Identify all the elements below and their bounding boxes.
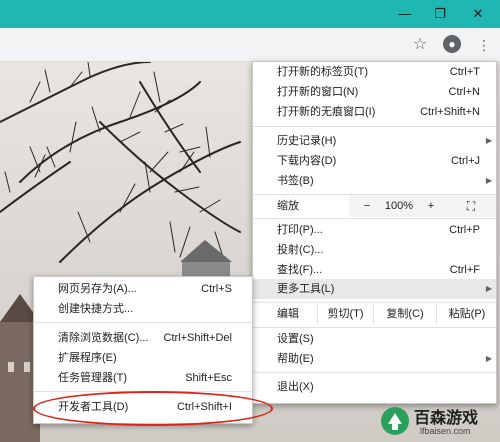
chevron-right-icon: ▶	[485, 354, 492, 363]
menu-item-shortcut: Ctrl+J	[450, 155, 480, 167]
menu-item-shortcut: Ctrl+F	[449, 264, 480, 276]
menu-item-label: 帮助(E)	[277, 353, 314, 365]
menu-item-exit[interactable]: 退出(X)	[253, 377, 496, 397]
close-icon[interactable]: ✕	[466, 4, 490, 24]
menu-item-bookmarks[interactable]: 书签(B) ▶	[253, 171, 496, 191]
zoom-out-button[interactable]: −	[357, 195, 377, 217]
menu-item-new-incognito-window[interactable]: 打开新的无痕窗口(I) Ctrl+Shift+N	[253, 102, 496, 122]
window-titlebar: — ❐ ✕	[0, 0, 500, 28]
chevron-right-icon: ▶	[485, 176, 492, 185]
avatar: ●	[443, 35, 461, 53]
edit-label: 编辑	[277, 308, 299, 320]
watermark-title: 百森游戏	[414, 410, 479, 427]
menu-item-cast[interactable]: 投射(C)...	[253, 240, 496, 260]
menu-item-label: 书签(B)	[277, 175, 314, 187]
chrome-main-menu: 打开新的标签页(T) Ctrl+T 打开新的窗口(N) Ctrl+N 打开新的无…	[252, 61, 497, 404]
menu-item-print[interactable]: 打印(P)... Ctrl+P	[253, 220, 496, 240]
paste-button[interactable]: 粘贴(P)	[436, 304, 497, 324]
menu-item-label: 退出(X)	[277, 381, 314, 393]
menu-item-label: 创建快捷方式...	[58, 303, 134, 315]
menu-item-label: 网页另存为(A)...	[58, 283, 137, 295]
menu-item-history[interactable]: 历史记录(H) ▶	[253, 131, 496, 151]
zoom-in-button[interactable]: +	[421, 195, 441, 217]
menu-separator	[253, 372, 496, 373]
zoom-level: 100%	[384, 200, 414, 212]
menu-item-more-tools[interactable]: 更多工具(L) ▶	[253, 279, 496, 299]
menu-item-label: 打开新的窗口(N)	[277, 86, 359, 98]
menu-item-label: 打开新的无痕窗口(I)	[277, 106, 376, 118]
menu-item-label: 任务管理器(T)	[58, 372, 128, 384]
menu-item-new-tab[interactable]: 打开新的标签页(T) Ctrl+T	[253, 62, 496, 82]
menu-separator	[34, 322, 252, 323]
submenu-item-save-page[interactable]: 网页另存为(A)... Ctrl+S	[34, 279, 252, 299]
cut-button[interactable]: 剪切(T)	[317, 304, 373, 324]
menu-edit-row: 编辑 剪切(T) 复制(C) 粘贴(P)	[253, 304, 496, 324]
menu-item-shortcut: Shift+Esc	[185, 372, 232, 384]
menu-item-settings[interactable]: 设置(S)	[253, 329, 496, 349]
menu-item-shortcut: Ctrl+S	[201, 283, 232, 295]
menu-item-shortcut: Ctrl+P	[449, 224, 480, 236]
zoom-label: 缩放	[277, 200, 299, 212]
submenu-item-create-shortcut[interactable]: 创建快捷方式...	[34, 299, 252, 319]
menu-item-new-window[interactable]: 打开新的窗口(N) Ctrl+N	[253, 82, 496, 102]
menu-item-label: 清除浏览数据(C)...	[58, 332, 149, 344]
menu-item-help[interactable]: 帮助(E) ▶	[253, 349, 496, 369]
menu-item-downloads[interactable]: 下载内容(D) Ctrl+J	[253, 151, 496, 171]
menu-item-shortcut: Ctrl+Shift+N	[420, 106, 480, 118]
fullscreen-icon[interactable]: ⛶	[461, 195, 481, 217]
restore-icon[interactable]: ❐	[428, 4, 452, 24]
menu-item-label: 历史记录(H)	[277, 135, 337, 147]
menu-item-shortcut: Ctrl+T	[449, 66, 480, 78]
watermark-url: lfbaisen.com	[420, 426, 471, 436]
highlight-annotation-circle	[33, 391, 273, 426]
menu-item-label: 打开新的标签页(T)	[277, 66, 369, 78]
menu-separator	[253, 218, 496, 219]
chevron-right-icon: ▶	[485, 284, 492, 293]
menu-separator	[253, 126, 496, 127]
menu-item-label: 设置(S)	[277, 333, 314, 345]
menu-separator	[253, 327, 496, 328]
submenu-item-clear-browsing-data[interactable]: 清除浏览数据(C)... Ctrl+Shift+Del	[34, 328, 252, 348]
menu-item-shortcut: Ctrl+Shift+Del	[163, 332, 232, 344]
more-vert-icon[interactable]: ⋮	[474, 35, 494, 55]
menu-item-label: 下载内容(D)	[277, 155, 337, 167]
site-watermark: 百森游戏 lfbaisen.com	[380, 402, 498, 440]
menu-item-label: 查找(F)...	[277, 264, 323, 276]
menu-item-label: 打印(P)...	[277, 224, 323, 236]
watermark-logo-icon	[381, 407, 409, 435]
submenu-item-extensions[interactable]: 扩展程序(E)	[34, 348, 252, 368]
menu-item-find[interactable]: 查找(F)... Ctrl+F	[253, 260, 496, 280]
minimize-icon[interactable]: —	[393, 4, 417, 24]
menu-zoom-row: 缩放 − 100% + ⛶	[253, 195, 496, 217]
menu-separator	[253, 302, 496, 303]
menu-item-label: 投射(C)...	[277, 244, 324, 256]
menu-item-label: 扩展程序(E)	[58, 352, 117, 364]
chevron-right-icon: ▶	[485, 136, 492, 145]
copy-button[interactable]: 复制(C)	[373, 304, 436, 324]
star-icon[interactable]: ☆	[410, 35, 430, 55]
browser-toolbar: ☆ ● ⋮	[0, 28, 500, 62]
menu-item-label: 更多工具(L)	[277, 283, 335, 295]
menu-item-shortcut: Ctrl+N	[448, 86, 480, 98]
submenu-item-task-manager[interactable]: 任务管理器(T) Shift+Esc	[34, 368, 252, 388]
profile-icon[interactable]: ●	[443, 35, 463, 55]
